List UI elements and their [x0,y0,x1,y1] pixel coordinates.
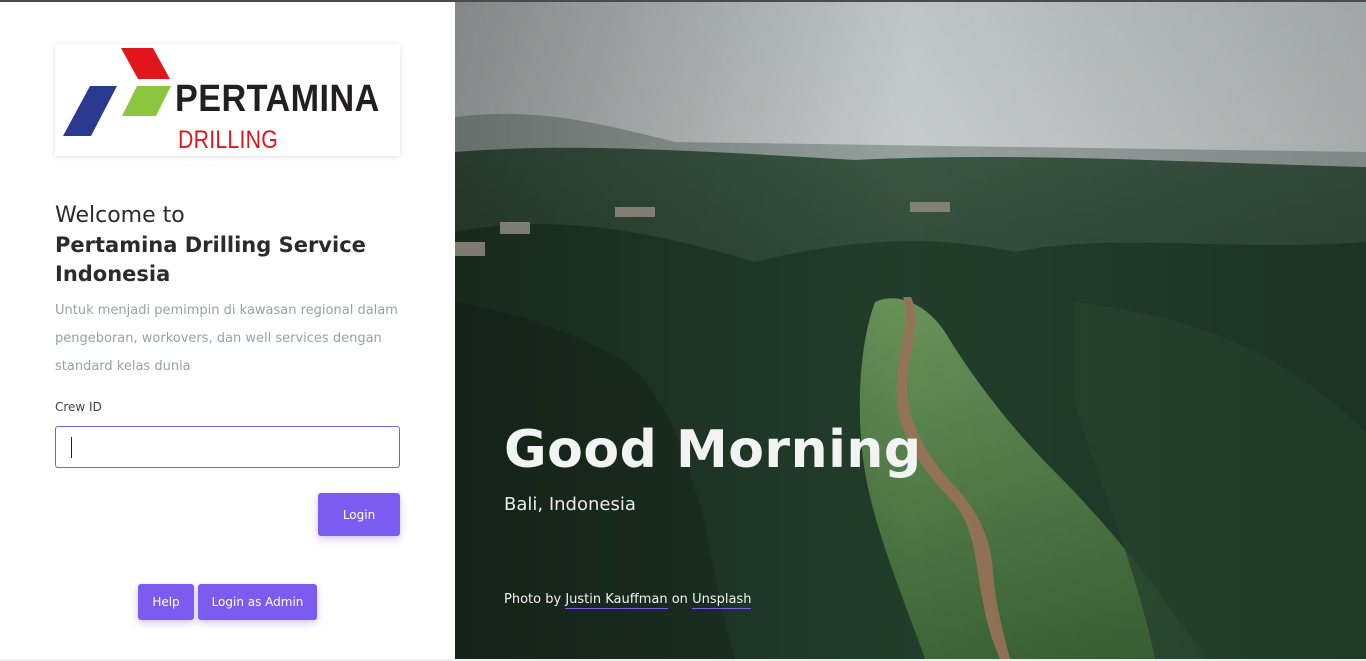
company-name: Pertamina Drilling Service Indonesia [55,233,366,286]
photo-location: Bali, Indonesia [504,494,636,515]
help-button[interactable]: Help [138,584,194,620]
company-logo: PERTAMINA DRILLING [55,44,400,156]
login-panel: PERTAMINA DRILLING Welcome to Pertamina … [0,2,455,659]
credit-mid: on [671,592,688,607]
greeting-heading: Good Morning [504,420,922,480]
company-tagline: Untuk menjadi pemimpin di kawasan region… [55,303,398,374]
login-button[interactable]: Login [318,493,400,536]
crew-id-label: Crew ID [55,400,102,414]
credit-prefix: Photo by [504,592,562,607]
photo-credit: Photo by Justin Kauffman on Unsplash [504,592,752,609]
text-caret [71,437,72,458]
hero-background: Good Morning Bali, Indonesia Photo by Ju… [455,2,1366,659]
login-as-admin-button[interactable]: Login as Admin [198,584,317,620]
landscape-photo [455,2,1366,659]
logo-wordmark: PERTAMINA [175,78,380,120]
crew-id-input[interactable] [55,426,400,468]
unsplash-link[interactable]: Unsplash [692,592,752,609]
welcome-heading: Welcome to [55,203,185,228]
logo-subline: DRILLING [178,126,279,154]
photographer-link[interactable]: Justin Kauffman [565,592,668,609]
